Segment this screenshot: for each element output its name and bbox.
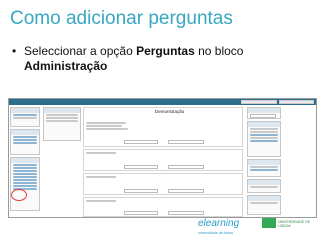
block-line bbox=[250, 202, 278, 204]
block-line bbox=[13, 136, 37, 138]
course-section-2 bbox=[83, 173, 243, 195]
edit-mode-button[interactable] bbox=[279, 100, 314, 104]
add-activity-dropdown[interactable] bbox=[168, 211, 204, 215]
bullet-dot: • bbox=[12, 44, 17, 58]
admin-link[interactable] bbox=[13, 176, 37, 178]
upcoming-events-header bbox=[248, 160, 280, 165]
section-line bbox=[86, 200, 116, 202]
elearning-logo: elearning bbox=[198, 218, 240, 229]
course-title-demonstracao: Demonstração bbox=[155, 109, 185, 114]
admin-link[interactable] bbox=[13, 179, 37, 181]
admin-link[interactable] bbox=[13, 182, 37, 184]
topics-list-header bbox=[44, 108, 80, 113]
block-line bbox=[250, 131, 278, 133]
block-line bbox=[250, 166, 278, 168]
search-block-header bbox=[248, 108, 280, 113]
course-section-1 bbox=[83, 149, 243, 171]
add-resource-dropdown[interactable] bbox=[124, 140, 158, 144]
search-input[interactable] bbox=[250, 114, 276, 118]
admin-link[interactable] bbox=[13, 167, 37, 169]
add-resource-dropdown[interactable] bbox=[124, 189, 158, 193]
block-line bbox=[13, 139, 37, 141]
section-line bbox=[86, 176, 116, 178]
add-activity-dropdown[interactable] bbox=[168, 189, 204, 193]
perguntas-highlight-circle bbox=[11, 189, 27, 201]
ulisboa-logo-icon bbox=[262, 218, 276, 228]
add-resource-dropdown[interactable] bbox=[124, 211, 158, 215]
news-block bbox=[247, 195, 281, 215]
block-link[interactable] bbox=[250, 140, 278, 142]
block-line bbox=[13, 117, 37, 119]
switch-role-button[interactable] bbox=[241, 100, 277, 104]
add-activity-dropdown[interactable] bbox=[168, 165, 204, 169]
activities-block-header bbox=[11, 130, 39, 135]
admin-link[interactable] bbox=[13, 173, 37, 175]
admin-link[interactable] bbox=[13, 170, 37, 172]
section-line bbox=[86, 152, 116, 154]
slide-title: Como adicionar perguntas bbox=[10, 8, 233, 29]
moodle-topbar bbox=[9, 99, 316, 105]
section-line bbox=[86, 122, 126, 124]
admin-link-perguntas[interactable] bbox=[13, 185, 37, 187]
recent-activity-header bbox=[248, 122, 280, 127]
recent-activity-block bbox=[247, 121, 281, 157]
block-line bbox=[13, 114, 37, 116]
online-users-header bbox=[248, 180, 280, 185]
course-section-3 bbox=[83, 197, 243, 217]
bullet-text: Seleccionar a opção Perguntas no bloco A… bbox=[24, 44, 314, 74]
administration-block-header bbox=[11, 158, 39, 163]
moodle-course-screenshot: Demonstração bbox=[8, 98, 317, 218]
block-line bbox=[46, 120, 78, 122]
add-resource-dropdown[interactable] bbox=[124, 165, 158, 169]
block-link[interactable] bbox=[250, 169, 278, 171]
block-link[interactable] bbox=[250, 134, 278, 136]
people-block-header bbox=[11, 108, 39, 113]
block-line bbox=[46, 117, 78, 119]
online-users-block bbox=[247, 179, 281, 193]
section-line bbox=[86, 128, 128, 130]
block-line bbox=[46, 114, 78, 116]
administration-block bbox=[10, 157, 40, 211]
section-line bbox=[86, 125, 122, 127]
ulisboa-logo-text: UNIVERSIDADE DE LISBOA bbox=[278, 220, 311, 228]
elearning-logo-subtitle: universidade de lisboa bbox=[198, 231, 233, 235]
bullet-text-part2: no bloco bbox=[194, 44, 244, 58]
search-block bbox=[247, 107, 281, 119]
add-activity-dropdown[interactable] bbox=[168, 140, 204, 144]
people-block bbox=[10, 107, 40, 127]
news-block-header bbox=[248, 196, 280, 201]
block-line bbox=[250, 128, 278, 130]
block-line bbox=[250, 137, 278, 139]
bullet-text-part1: Seleccionar a opção bbox=[24, 44, 137, 58]
bullet-bold-administracao: Administração bbox=[24, 59, 108, 73]
upcoming-events-block bbox=[247, 159, 281, 177]
block-line bbox=[13, 142, 37, 144]
activities-block bbox=[10, 129, 40, 155]
admin-link[interactable] bbox=[13, 164, 37, 166]
topics-list-block bbox=[43, 107, 81, 141]
block-line bbox=[250, 186, 278, 188]
bullet-bold-perguntas: Perguntas bbox=[136, 44, 195, 58]
